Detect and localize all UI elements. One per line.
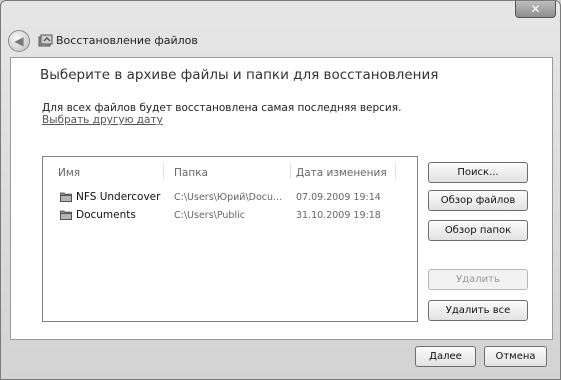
remove-all-button[interactable]: Удалить все — [428, 300, 528, 321]
column-divider — [163, 163, 164, 179]
column-header-folder[interactable]: Папка — [174, 167, 208, 179]
column-divider — [395, 163, 396, 179]
column-header-date[interactable]: Дата изменения — [296, 167, 387, 179]
description-text: Для всех файлов будет восстановлена сама… — [42, 102, 402, 114]
folder-icon — [60, 210, 72, 220]
row-name: NFS Undercover — [76, 191, 161, 203]
backup-restore-icon — [38, 34, 53, 47]
back-button[interactable]: ◀ — [8, 30, 30, 52]
restore-files-window: ✕ ◀ Восстановление файлов Выберите в арх… — [0, 0, 561, 380]
window-title: Восстановление файлов — [56, 34, 198, 47]
page-heading: Выберите в архиве файлы и папки для восс… — [40, 67, 439, 83]
row-folder: C:\Users\Юрий\Docu... — [174, 192, 283, 203]
files-list[interactable]: Имя Папка Дата изменения NFS Undercover … — [42, 156, 418, 322]
column-header-name[interactable]: Имя — [58, 167, 80, 179]
browse-folders-button[interactable]: Обзор папок — [428, 220, 528, 241]
close-button[interactable]: ✕ — [515, 1, 556, 18]
row-folder: C:\Users\Public — [174, 210, 245, 221]
folder-icon — [60, 192, 72, 202]
remove-button[interactable]: Удалить — [428, 269, 528, 290]
cancel-button[interactable]: Отмена — [484, 346, 547, 367]
choose-other-date-link[interactable]: Выбрать другую дату — [42, 114, 163, 126]
search-button[interactable]: Поиск... — [428, 162, 528, 183]
column-divider — [290, 163, 291, 179]
back-arrow-icon: ◀ — [14, 34, 24, 48]
row-name: Documents — [76, 209, 136, 221]
close-icon: ✕ — [530, 2, 541, 16]
row-date: 07.09.2009 19:14 — [296, 192, 381, 203]
row-date: 31.10.2009 19:18 — [296, 210, 381, 221]
browse-files-button[interactable]: Обзор файлов — [428, 190, 528, 211]
next-button[interactable]: Далее — [415, 346, 476, 367]
content-panel: Выберите в архиве файлы и папки для восс… — [10, 57, 553, 340]
